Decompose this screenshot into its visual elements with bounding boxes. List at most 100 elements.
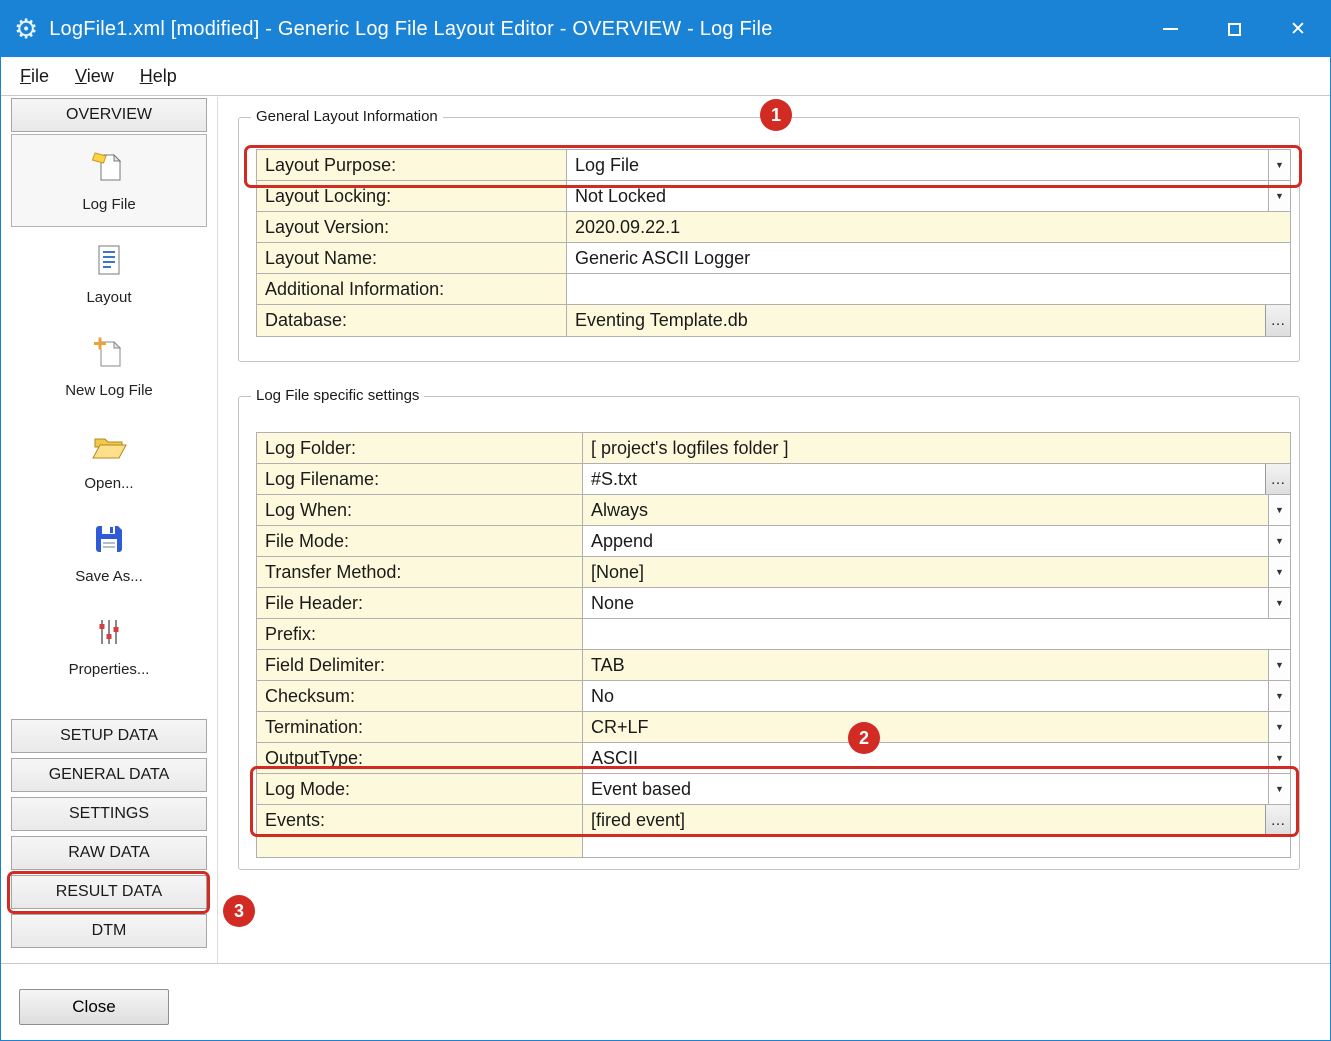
form-row-log-mode: Log Mode: Event based ▼: [257, 774, 1290, 805]
dropdown-arrow-icon[interactable]: ▼: [1268, 181, 1290, 211]
log-when-dropdown[interactable]: Always ▼: [583, 495, 1290, 525]
field-label: Checksum:: [257, 681, 583, 711]
sidebar-item-label: Layout: [86, 289, 131, 306]
sidebar-item-settings[interactable]: SETTINGS: [11, 797, 207, 831]
close-button[interactable]: Close: [19, 989, 169, 1025]
field-label: Log Folder:: [257, 433, 583, 463]
menu-view[interactable]: View: [62, 59, 127, 94]
field-value: No: [583, 681, 1268, 711]
sidebar-item-new-log-file[interactable]: New Log File: [11, 320, 207, 413]
close-icon: ✕: [1290, 18, 1306, 41]
file-header-dropdown[interactable]: None ▼: [583, 588, 1290, 618]
dropdown-arrow-icon[interactable]: ▼: [1268, 681, 1290, 711]
log-mode-dropdown[interactable]: Event based ▼: [583, 774, 1290, 804]
termination-dropdown[interactable]: CR+LF ▼: [583, 712, 1290, 742]
sidebar-item-result-data[interactable]: RESULT DATA: [11, 875, 207, 909]
form-row-termination: Termination: CR+LF ▼: [257, 712, 1290, 743]
browse-button[interactable]: …: [1265, 805, 1290, 835]
form-row-layout-name: Layout Name: Generic ASCII Logger: [257, 243, 1290, 274]
general-layout-groupbox: General Layout Information Layout Purpos…: [238, 117, 1300, 362]
field-delimiter-dropdown[interactable]: TAB ▼: [583, 650, 1290, 680]
close-window-button[interactable]: ✕: [1266, 1, 1330, 57]
layout-locking-dropdown[interactable]: Not Locked ▼: [567, 181, 1290, 211]
dropdown-arrow-icon[interactable]: ▼: [1268, 743, 1290, 773]
dropdown-arrow-icon[interactable]: ▼: [1268, 495, 1290, 525]
field-label: Log When:: [257, 495, 583, 525]
file-mode-dropdown[interactable]: Append ▼: [583, 526, 1290, 556]
log-file-icon: [90, 148, 128, 191]
layout-version-field[interactable]: 2020.09.22.1: [567, 212, 1290, 242]
log-file-settings-table: Log Folder: [ project's logfiles folder …: [256, 432, 1291, 858]
sidebar-divider: [217, 97, 218, 963]
window-controls: ✕: [1138, 1, 1330, 57]
field-value: Always: [583, 495, 1268, 525]
form-row-log-when: Log When: Always ▼: [257, 495, 1290, 526]
field-value: Event based: [583, 774, 1268, 804]
dropdown-arrow-icon[interactable]: ▼: [1268, 588, 1290, 618]
window-title: LogFile1.xml [modified] - Generic Log Fi…: [49, 18, 772, 41]
layout-purpose-dropdown[interactable]: Log File ▼: [567, 150, 1290, 180]
sidebar-item-label: Properties...: [69, 661, 150, 678]
sidebar-item-raw-data[interactable]: RAW DATA: [11, 836, 207, 870]
checksum-dropdown[interactable]: No ▼: [583, 681, 1290, 711]
field-value: Not Locked: [567, 181, 1268, 211]
field-label: Layout Version:: [257, 212, 567, 242]
minimize-icon: [1163, 28, 1178, 30]
log-filename-field[interactable]: #S.txt …: [583, 464, 1290, 494]
browse-button[interactable]: …: [1265, 464, 1290, 494]
sidebar-item-properties[interactable]: Properties...: [11, 599, 207, 692]
sidebar-sections: SETUP DATA GENERAL DATA SETTINGS RAW DAT…: [11, 719, 207, 948]
log-folder-field[interactable]: [ project's logfiles folder ]: [583, 433, 1290, 463]
sidebar-item-label: Log File: [82, 196, 135, 213]
sidebar-item-setup-data[interactable]: SETUP DATA: [11, 719, 207, 753]
sidebar-item-label: Save As...: [75, 568, 143, 585]
maximize-icon: [1228, 23, 1241, 36]
sidebar-item-layout[interactable]: Layout: [11, 227, 207, 320]
prefix-field[interactable]: [583, 619, 1290, 649]
dropdown-arrow-icon[interactable]: ▼: [1268, 712, 1290, 742]
menu-help[interactable]: Help: [127, 59, 190, 94]
sidebar-item-log-file[interactable]: Log File: [11, 134, 207, 227]
transfer-method-dropdown[interactable]: [None] ▼: [583, 557, 1290, 587]
field-value: ASCII: [583, 743, 1268, 773]
form-row-log-filename: Log Filename: #S.txt …: [257, 464, 1290, 495]
field-label: Log Filename:: [257, 464, 583, 494]
field-value: 2020.09.22.1: [567, 212, 1290, 242]
open-folder-icon: [90, 427, 128, 470]
minimize-button[interactable]: [1138, 1, 1202, 57]
empty-label-cell: [257, 836, 583, 857]
sidebar-item-general-data[interactable]: GENERAL DATA: [11, 758, 207, 792]
sidebar-header-overview[interactable]: OVERVIEW: [11, 98, 207, 132]
sidebar: OVERVIEW Log File: [11, 98, 207, 953]
field-label: File Mode:: [257, 526, 583, 556]
form-row-checksum: Checksum: No ▼: [257, 681, 1290, 712]
sidebar-item-dtm[interactable]: DTM: [11, 914, 207, 948]
new-log-file-icon: [90, 334, 128, 377]
form-row-layout-locking: Layout Locking: Not Locked ▼: [257, 181, 1290, 212]
field-label: OutputType:: [257, 743, 583, 773]
field-label: Layout Name:: [257, 243, 567, 273]
sidebar-item-open[interactable]: Open...: [11, 413, 207, 506]
layout-name-field[interactable]: Generic ASCII Logger: [567, 243, 1290, 273]
field-value: Append: [583, 526, 1268, 556]
field-label: Database:: [257, 305, 567, 336]
events-field[interactable]: [fired event] …: [583, 805, 1290, 835]
dropdown-arrow-icon[interactable]: ▼: [1268, 557, 1290, 587]
dropdown-arrow-icon[interactable]: ▼: [1268, 774, 1290, 804]
log-file-settings-groupbox: Log File specific settings Log Folder: […: [238, 396, 1300, 870]
database-field[interactable]: Eventing Template.db …: [567, 305, 1290, 336]
sidebar-item-label: New Log File: [65, 382, 153, 399]
maximize-button[interactable]: [1202, 1, 1266, 57]
dropdown-arrow-icon[interactable]: ▼: [1268, 150, 1290, 180]
browse-button[interactable]: …: [1265, 305, 1290, 336]
dropdown-arrow-icon[interactable]: ▼: [1268, 650, 1290, 680]
field-value: Log File: [567, 150, 1268, 180]
dropdown-arrow-icon[interactable]: ▼: [1268, 526, 1290, 556]
sidebar-item-save-as[interactable]: Save As...: [11, 506, 207, 599]
groupbox-legend: Log File specific settings: [251, 387, 424, 404]
output-type-dropdown[interactable]: ASCII ▼: [583, 743, 1290, 773]
form-row-field-delimiter: Field Delimiter: TAB ▼: [257, 650, 1290, 681]
save-icon: [90, 520, 128, 563]
additional-information-field[interactable]: [567, 274, 1290, 304]
menu-file[interactable]: File: [7, 59, 62, 94]
